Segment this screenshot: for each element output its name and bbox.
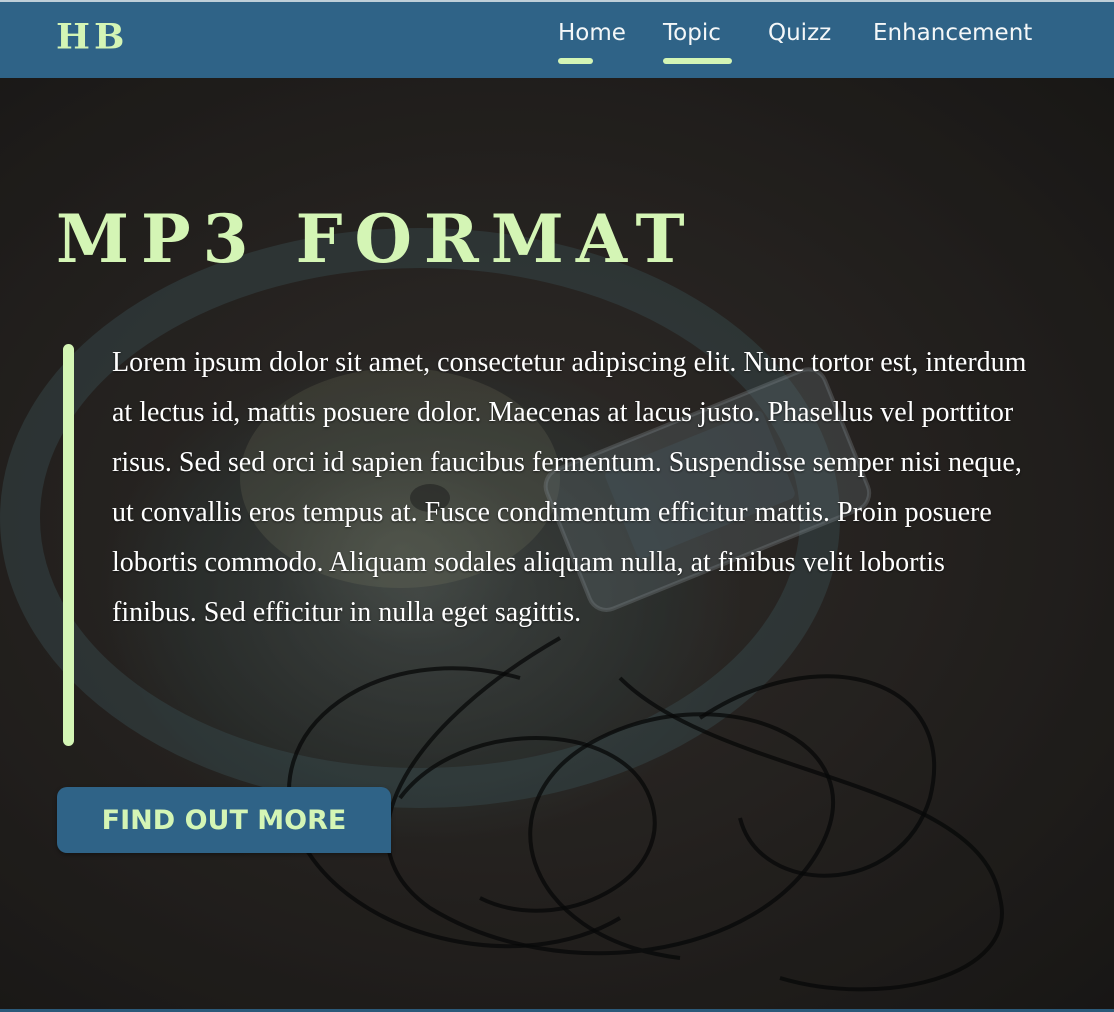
- page: HB Home Topic Quizz Enhancement MP3 FORM…: [0, 0, 1114, 1012]
- nav-item-quizz[interactable]: Quizz: [768, 20, 831, 46]
- quote-accent-bar: [63, 344, 74, 746]
- nav-item-enhancement[interactable]: Enhancement: [873, 20, 1032, 46]
- find-out-more-button[interactable]: FIND OUT MORE: [57, 787, 391, 853]
- nav-item-topic[interactable]: Topic: [663, 20, 721, 46]
- nav-home-active-underline: [558, 58, 593, 64]
- nav-topic-active-underline: [663, 58, 732, 64]
- navbar: HB Home Topic Quizz Enhancement: [0, 0, 1114, 78]
- logo[interactable]: HB: [56, 17, 128, 57]
- nav-item-home[interactable]: Home: [558, 20, 626, 46]
- hero-body-text: Lorem ipsum dolor sit amet, consectetur …: [112, 347, 1027, 628]
- hero-title: MP3 FORMAT: [56, 200, 697, 278]
